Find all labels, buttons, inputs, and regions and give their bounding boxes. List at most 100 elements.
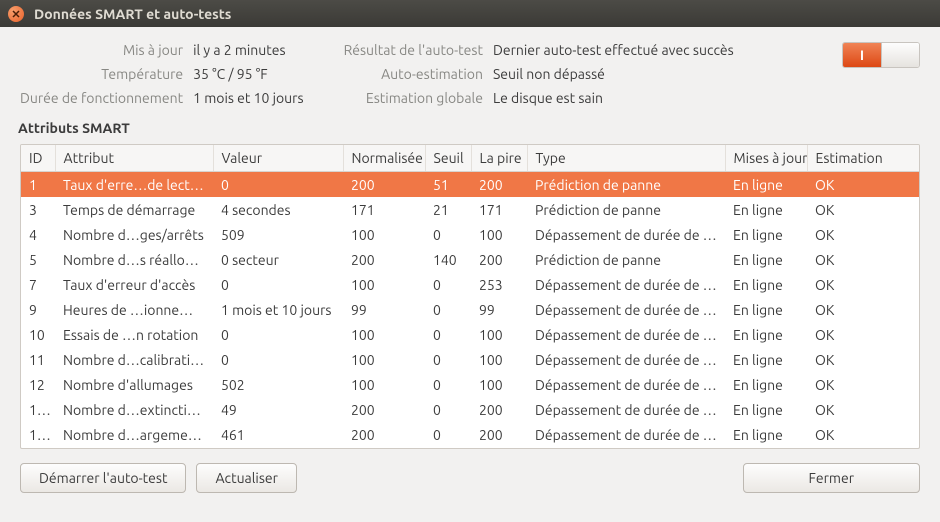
cell-maj: En ligne <box>725 247 807 272</box>
self-estimation-label: Auto-estimation <box>344 66 483 82</box>
cell-val: 509 <box>213 222 343 247</box>
col-attr[interactable]: Attribut <box>55 145 213 172</box>
cell-seuil: 140 <box>425 247 471 272</box>
table-row[interactable]: 7Taux d'erreur d'accès01000253Dépassemen… <box>21 272 919 297</box>
section-title: Attributs SMART <box>18 120 920 136</box>
cell-val: 0 <box>213 172 343 198</box>
cell-norm: 100 <box>343 347 425 372</box>
cell-type: Dépassement de durée de vie <box>527 222 725 247</box>
cell-type: Dépassement de durée de vie <box>527 322 725 347</box>
cell-id: 5 <box>21 247 55 272</box>
cell-norm: 99 <box>343 297 425 322</box>
cell-id: 192 <box>21 397 55 422</box>
col-seuil[interactable]: Seuil <box>425 145 471 172</box>
start-selftest-button[interactable]: Démarrer l'auto-test <box>20 463 186 493</box>
cell-type: Prédiction de panne <box>527 247 725 272</box>
cell-seuil: 0 <box>425 372 471 397</box>
cell-val: 1 mois et 10 jours <box>213 297 343 322</box>
cell-est: OK <box>807 172 919 198</box>
cell-attr: Nombre d'allumages <box>55 372 213 397</box>
cell-est: OK <box>807 247 919 272</box>
col-val[interactable]: Valeur <box>213 145 343 172</box>
temperature-label: Température <box>20 66 183 82</box>
cell-attr: Nombre d…s réalloués <box>55 247 213 272</box>
smart-attributes-table: ID Attribut Valeur Normalisée Seuil La p… <box>20 144 920 449</box>
titlebar: Données SMART et auto-tests <box>0 0 940 27</box>
table-row[interactable]: 192Nombre d…extinctions492000200Dépassem… <box>21 397 919 422</box>
cell-attr: Taux d'erreur d'accès <box>55 272 213 297</box>
cell-attr: Heures de …ionnement <box>55 297 213 322</box>
cell-maj: En ligne <box>725 197 807 222</box>
col-id[interactable]: ID <box>21 145 55 172</box>
cell-type: Prédiction de panne <box>527 197 725 222</box>
cell-norm: 200 <box>343 247 425 272</box>
updated-value: il y a 2 minutes <box>193 42 303 58</box>
cell-id: 10 <box>21 322 55 347</box>
cell-val: 0 <box>213 272 343 297</box>
self-estimation-value: Seuil non dépassé <box>493 66 734 82</box>
cell-maj: En ligne <box>725 297 807 322</box>
table-row[interactable]: 193Nombre d…argements4612000200Dépasseme… <box>21 422 919 447</box>
col-type[interactable]: Type <box>527 145 725 172</box>
cell-norm: 100 <box>343 372 425 397</box>
cell-id: 12 <box>21 372 55 397</box>
cell-attr: Nombre d…argements <box>55 422 213 447</box>
cell-maj: En ligne <box>725 222 807 247</box>
cell-norm: 100 <box>343 272 425 297</box>
table-row[interactable]: 12Nombre d'allumages5021000100Dépassemen… <box>21 372 919 397</box>
cell-id: 4 <box>21 222 55 247</box>
cell-norm: 100 <box>343 222 425 247</box>
table-row[interactable]: 11Nombre d…calibration01000100Dépassemen… <box>21 347 919 372</box>
table-row[interactable]: 5Nombre d…s réalloués0 secteur200140200P… <box>21 247 919 272</box>
table-row[interactable]: 10Essais de …n rotation01000100Dépasseme… <box>21 322 919 347</box>
cell-val: 0 <box>213 347 343 372</box>
cell-val: 0 secteur <box>213 247 343 272</box>
cell-norm: 100 <box>343 322 425 347</box>
uptime-label: Durée de fonctionnement <box>20 90 183 106</box>
toggle-on-label: I <box>843 43 881 67</box>
refresh-button[interactable]: Actualiser <box>196 463 296 493</box>
cell-pire: 200 <box>471 172 527 198</box>
cell-maj: En ligne <box>725 372 807 397</box>
cell-est: OK <box>807 347 919 372</box>
smart-toggle[interactable]: I <box>842 42 920 68</box>
cell-type: Dépassement de durée de vie <box>527 272 725 297</box>
cell-type: Prédiction de panne <box>527 172 725 198</box>
cell-val: 502 <box>213 372 343 397</box>
cell-type: Dépassement de durée de vie <box>527 297 725 322</box>
cell-pire: 100 <box>471 347 527 372</box>
col-est[interactable]: Estimation <box>807 145 919 172</box>
table-header-row: ID Attribut Valeur Normalisée Seuil La p… <box>21 145 919 172</box>
cell-seuil: 0 <box>425 272 471 297</box>
cell-seuil: 0 <box>425 397 471 422</box>
cell-seuil: 0 <box>425 422 471 447</box>
close-icon[interactable] <box>8 6 24 22</box>
toggle-knob <box>881 43 919 67</box>
info-right-column: Résultat de l'auto-test Dernier auto-tes… <box>344 42 734 106</box>
cell-pire: 100 <box>471 322 527 347</box>
table-row[interactable]: 3Temps de démarrage4 secondes17121171Pré… <box>21 197 919 222</box>
cell-est: OK <box>807 222 919 247</box>
table-row[interactable]: 4Nombre d…ges/arrêts5091000100Dépassemen… <box>21 222 919 247</box>
table-row[interactable]: 9Heures de …ionnement1 mois et 10 jours9… <box>21 297 919 322</box>
cell-val: 4 secondes <box>213 197 343 222</box>
col-norm[interactable]: Normalisée <box>343 145 425 172</box>
temperature-value: 35 °C / 95 °F <box>193 66 303 82</box>
cell-id: 3 <box>21 197 55 222</box>
col-maj[interactable]: Mises à jour <box>725 145 807 172</box>
close-button[interactable]: Fermer <box>743 463 921 493</box>
cell-attr: Temps de démarrage <box>55 197 213 222</box>
cell-maj: En ligne <box>725 172 807 198</box>
overall-estimation-label: Estimation globale <box>344 90 483 106</box>
cell-est: OK <box>807 322 919 347</box>
cell-maj: En ligne <box>725 347 807 372</box>
cell-seuil: 0 <box>425 347 471 372</box>
cell-norm: 200 <box>343 422 425 447</box>
cell-id: 1 <box>21 172 55 198</box>
col-pire[interactable]: La pire <box>471 145 527 172</box>
cell-est: OK <box>807 272 919 297</box>
table-row[interactable]: 1Taux d'erre…de lecture020051200Prédicti… <box>21 172 919 198</box>
cell-seuil: 0 <box>425 297 471 322</box>
cell-maj: En ligne <box>725 272 807 297</box>
cell-attr: Taux d'erre…de lecture <box>55 172 213 198</box>
